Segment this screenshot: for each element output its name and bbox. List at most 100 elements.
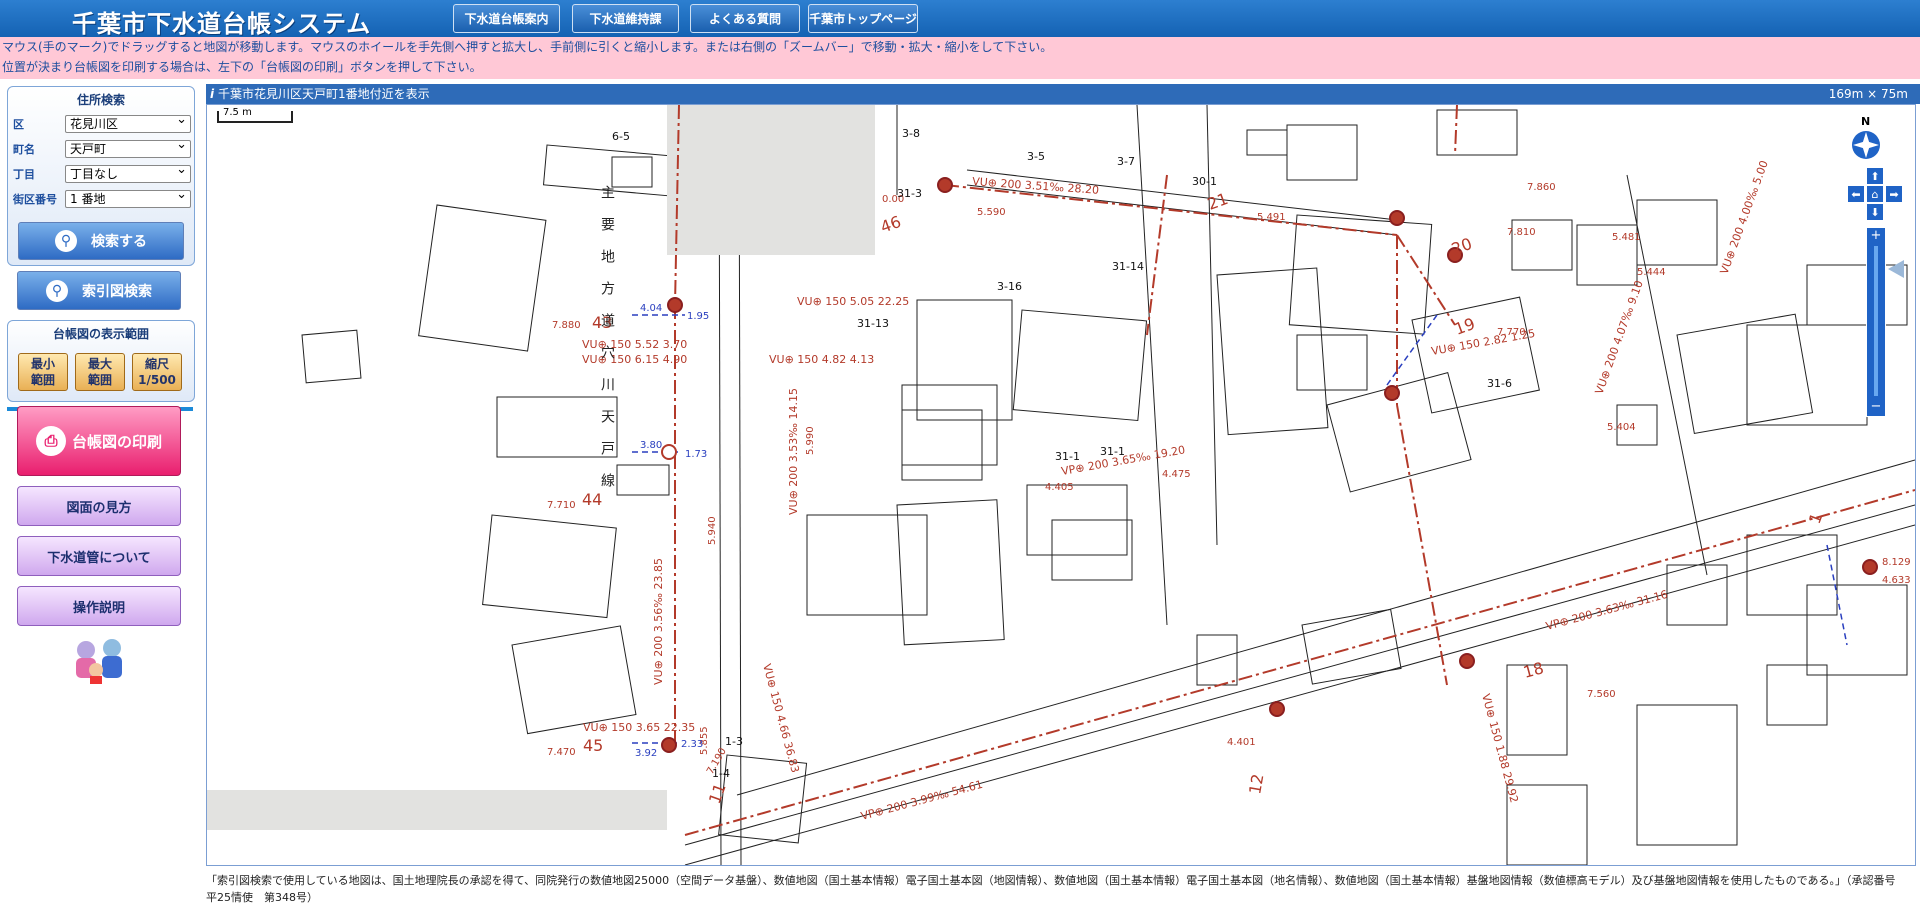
display-range-panel: 台帳図の表示範囲 最小 範囲 最大 範囲 縮尺 1/500 [7,320,195,402]
pan-right-button[interactable]: ➡ [1885,185,1903,203]
lot-number: 1-3 [725,735,743,748]
zoom-out-icon[interactable]: − [1867,400,1885,416]
zoom-bar[interactable]: + − [1866,227,1886,417]
pipe-label: VU⊕ 200 4.00‰ 5.00 [1718,159,1771,276]
lot-number: 3-8 [902,127,920,140]
nav-city-top-button[interactable]: 千葉市トップページ [808,4,918,33]
ward-select[interactable]: 花見川区 [65,112,191,133]
depth-label: 4.401 [1227,737,1256,748]
lot-number: 31-6 [1487,377,1512,390]
town-label: 町名 [13,143,35,156]
nav-faq-button[interactable]: よくある質問 [690,4,800,33]
min-range-label: 最小 範囲 [30,357,55,387]
lot-number: 31-13 [857,317,889,330]
pipe-label: VU⊕ 200 3.53‰ 14.15 [787,388,800,515]
zoom-in-icon[interactable]: + [1867,228,1885,244]
address-search-panel: 住所検索 区 花見川区 町名 天戸町 丁目 丁目なし 街区番号 1 番地 ⚲ 検… [7,86,195,266]
chome-select[interactable]: 丁目なし [65,162,191,183]
display-range-title: 台帳図の表示範囲 [52,327,149,341]
usage-notice: マウス(手のマーク)でドラッグすると地図が移動します。マウスのホイールを手先側へ… [0,37,1920,79]
map-copyright-notice: 「索引図検索で使用している地図は、国土地理院長の承認を得て、同院発行の数値地図2… [206,874,1907,904]
pipe-label: VP⊕ 200 3.99‰ 54.61 [859,778,984,823]
block-select[interactable]: 1 番地 [65,187,191,208]
lot-number: 6-5 [612,130,630,143]
lot-number: 31-3 [897,187,922,200]
pan-left-button[interactable]: ⬅ [1847,185,1865,203]
scale-500-button[interactable]: 縮尺 1/500 [132,353,182,391]
pipe-label: VP⊕ 200 3.63‰ 31.16 [1544,588,1669,633]
map-mask-top [667,105,875,255]
search-button-label: 検索する [91,234,147,250]
address-search-title: 住所検索 [76,93,125,107]
lot-number: 31-1 [1055,450,1080,463]
pipe-label: VU⊕ 200 3.56‰ 23.85 [652,558,665,685]
aux-label: 3.80 [640,440,662,451]
index-search-label: 索引図検索 [82,283,152,300]
sewer-map[interactable]: VU⊕ 150 5.05 22.25 VU⊕ 150 5.52 3.70 VU⊕… [206,104,1916,866]
depth-label: 7.770 [1497,327,1526,338]
town-select[interactable]: 天戸町 [65,137,191,158]
depth-label: 4.475 [1162,469,1191,480]
aux-label: 2.33 [681,739,703,750]
pipe-label: VU⊕ 200 4.07‰ 9.10 [1593,279,1646,396]
nav-sewer-guide-button[interactable]: 下水道台帳案内 [453,4,560,33]
pipe-label: VU⊕ 150 6.15 4.90 [582,353,687,366]
map-legend-button[interactable]: 図面の見方 [17,486,181,526]
sheet-number: 45 [583,736,603,755]
max-range-button[interactable]: 最大 範囲 [75,353,125,391]
lot-number: 3-5 [1027,150,1045,163]
sheet-number: 12 [1245,772,1267,795]
sheet-number: 46 [878,212,904,237]
manholes [661,177,1878,753]
print-ledger-label: 台帳図の印刷 [71,432,162,451]
building-outlines [301,109,1908,865]
header-bar: 千葉市下水道台帳システム 下水道台帳案内 下水道維持課 よくある質問 千葉市トッ… [0,0,1920,39]
ward-label: 区 [13,118,24,131]
print-ledger-button[interactable]: ⎙ 台帳図の印刷 [17,406,181,476]
aux-label: 1.73 [685,449,707,460]
notice-line-1: マウス(手のマーク)でドラッグすると地図が移動します。マウスのホイールを手先側へ… [2,40,1053,54]
pan-home-button[interactable]: ⌂ [1866,185,1884,203]
aux-label: 1.95 [687,311,709,322]
site-title[interactable]: 千葉市下水道台帳システム [72,4,371,39]
depth-label: 5.404 [1607,422,1636,433]
lot-number: 3-7 [1117,155,1135,168]
depth-label: 7.880 [552,320,581,331]
sheet-number: 1 [1805,510,1826,526]
pan-up-button[interactable]: ⬆ [1866,167,1884,185]
block-label: 街区番号 [13,193,57,206]
max-range-label: 最大 範囲 [87,357,112,387]
index-search-button[interactable]: ⚲ 索引図検索 [17,271,181,310]
scale-bar-label: 7.5 m [223,107,252,118]
aux-label: 3.92 [635,748,657,759]
depth-label: 7.710 [547,500,576,511]
ward-row: 区 花見川区 [13,112,191,134]
map-canvas[interactable]: VU⊕ 150 5.05 22.25 VU⊕ 150 5.52 3.70 VU⊕… [207,105,1915,865]
depth-labels: 7.880 7.710 7.470 7.190 5.590 5.491 7.81… [547,182,1911,777]
pipe-label: VU⊕ 150 5.05 22.25 [797,295,909,308]
about-sewer-pipes-button[interactable]: 下水道管について [17,536,181,576]
pipe-label: VU⊕ 150 4.82 4.13 [769,353,874,366]
zoom-slider-handle[interactable] [1888,260,1904,278]
depth-label: 4.633 [1882,575,1911,586]
depth-label: 4.405 [1045,482,1074,493]
chome-label: 丁目 [13,168,35,181]
map-location-text: 千葉市花見川区天戸町1番地付近を表示 [217,87,430,101]
nav-maintenance-button[interactable]: 下水道維持課 [572,4,679,33]
map-mask-bottom [207,790,667,830]
operation-guide-button[interactable]: 操作説明 [17,586,181,626]
sheet-number: 11 [705,781,730,807]
search-button[interactable]: ⚲ 検索する [18,222,184,260]
pan-down-button[interactable]: ⬇ [1866,203,1884,221]
depth-label: 7.860 [1527,182,1556,193]
search-icon: ⚲ [55,230,77,252]
block-row: 街区番号 1 番地 [13,187,191,209]
zoom-track [1874,246,1878,396]
depth-label: 5.940 [707,516,718,545]
pipe-label: VU⊕ 150 1.88 29.92 [1479,692,1521,804]
lot-number: 1-4 [712,767,730,780]
depth-label: 7.560 [1587,689,1616,700]
min-range-button[interactable]: 最小 範囲 [18,353,68,391]
map-title-bar: i 千葉市花見川区天戸町1番地付近を表示 169m × 75m [206,84,1920,104]
lot-number: 30-1 [1192,175,1217,188]
